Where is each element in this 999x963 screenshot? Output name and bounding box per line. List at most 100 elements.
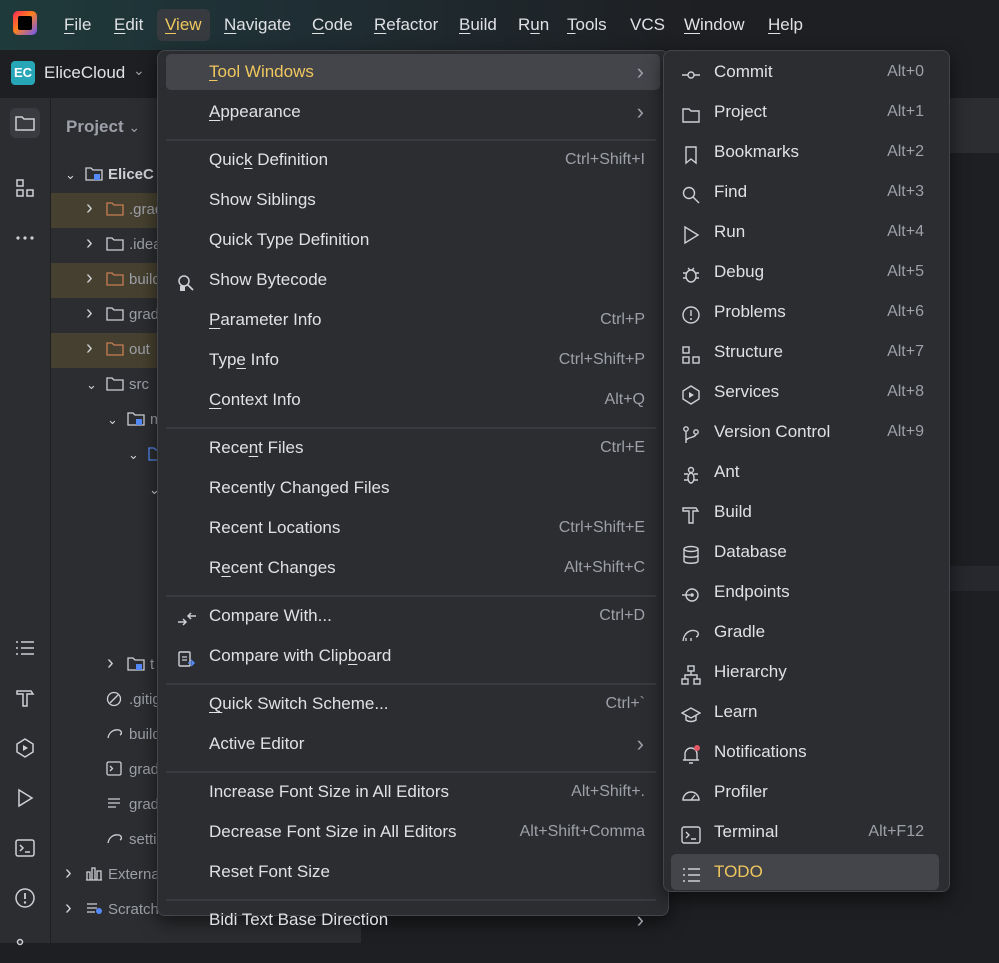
tool-window-learn[interactable]: Learn [671,694,939,730]
chevron-right-icon[interactable]: › [86,232,93,255]
tree-item[interactable]: › .grad [51,193,161,228]
view-menu-item[interactable]: Recent Files Ctrl+E [166,430,660,466]
project-folder-icon[interactable] [10,108,40,138]
view-menu-item[interactable]: Compare With... Ctrl+D [166,598,660,634]
chevron-right-icon[interactable]: › [86,337,93,360]
tool-window-database[interactable]: Database [671,534,939,570]
tool-window-bookmarks[interactable]: Bookmarks Alt+2 [671,134,939,170]
tree-item[interactable]: build [51,718,161,753]
chevron-right-icon[interactable]: › [65,862,72,885]
view-menu-item[interactable]: Show Bytecode [166,262,660,298]
terminal-icon[interactable] [10,833,40,863]
tree-item[interactable]: ⌄ [51,438,161,473]
tree-item[interactable]: › Scratche [51,893,161,928]
tree-item[interactable]: setti [51,823,161,858]
services-icon[interactable] [10,733,40,763]
chevron-down-icon[interactable]: ⌄ [107,412,118,428]
tool-window-build[interactable]: Build [671,494,939,530]
chevron-right-icon[interactable]: › [107,652,114,675]
view-menu-item[interactable]: Quick Switch Scheme... Ctrl+` [166,686,660,722]
tree-item[interactable]: ⌄ EliceC [51,158,161,193]
menu-view[interactable]: View [157,9,210,41]
tree-item[interactable]: › [51,543,161,578]
menu-code[interactable]: Code [304,9,361,41]
project-badge[interactable]: EC [11,61,35,85]
menu-run[interactable]: Run [510,9,557,41]
vcs-icon[interactable] [10,933,40,963]
project-name[interactable]: EliceCloud [44,63,125,83]
tree-item[interactable]: .gitig [51,683,161,718]
tool-window-project[interactable]: Project Alt+1 [671,94,939,130]
chevron-down-icon[interactable]: ⌄ [65,167,76,183]
menu-refactor[interactable]: Refactor [366,9,446,41]
tree-item[interactable]: › out [51,333,161,368]
menu-tools[interactable]: Tools [559,9,615,41]
menu-navigate[interactable]: Navigate [216,9,299,41]
tree-item[interactable]: grad [51,753,161,788]
tree-item[interactable]: › [51,578,161,613]
chevron-right-icon[interactable]: › [86,197,93,220]
tool-window-ant[interactable]: Ant [671,454,939,490]
menu-file[interactable]: File [56,9,99,41]
chevron-down-icon[interactable]: ⌄ [128,447,139,463]
run-icon[interactable] [10,783,40,813]
view-menu-item[interactable]: Increase Font Size in All Editors Alt+Shi… [166,774,660,810]
view-menu-item[interactable]: Decrease Font Size in All Editors Alt+Shi… [166,814,660,850]
tool-window-find[interactable]: Find Alt+3 [671,174,939,210]
tree-item[interactable]: › build [51,263,161,298]
tree-item[interactable]: › gradl [51,298,161,333]
tree-item[interactable]: ⌄ src [51,368,161,403]
tool-window-todo[interactable]: TODO [671,854,939,890]
view-menu-item[interactable]: Recent Locations Ctrl+Shift+E [166,510,660,546]
tool-window-run[interactable]: Run Alt+4 [671,214,939,250]
view-menu-item[interactable]: Context Info Alt+Q [166,382,660,418]
structure-icon[interactable] [10,173,40,203]
chevron-down-icon[interactable]: ⌄ [86,377,97,393]
tree-item[interactable]: › .idea [51,228,161,263]
menu-edit[interactable]: Edit [106,9,151,41]
tree-item[interactable]: › Externa [51,858,161,893]
tool-window-problems[interactable]: Problems Alt+6 [671,294,939,330]
tree-item[interactable]: ⌄ [51,473,161,508]
chevron-right-icon[interactable]: › [65,897,72,920]
tree-item[interactable] [51,613,161,648]
view-menu-item[interactable]: Quick Type Definition [166,222,660,258]
tool-window-commit[interactable]: Commit Alt+0 [671,54,939,90]
view-menu-item[interactable]: Show Siblings [166,182,660,218]
view-menu-item[interactable]: Recently Changed Files [166,470,660,506]
todo-list-icon[interactable] [10,633,40,663]
intellij-logo-icon[interactable] [13,11,37,35]
tree-item[interactable]: grad [51,788,161,823]
view-menu-item[interactable]: Appearance › [166,94,660,130]
view-menu-item[interactable]: Quick Definition Ctrl+Shift+I [166,142,660,178]
tool-window-gradle[interactable]: Gradle [671,614,939,650]
view-menu-item[interactable]: Compare with Clipboard [166,638,660,674]
chevron-down-icon[interactable]: ⌄ [133,62,145,79]
menu-vcs[interactable]: VCS [622,9,673,41]
view-menu-item[interactable]: Bidi Text Base Direction › [166,902,660,938]
menu-help[interactable]: Help [760,9,811,41]
tool-window-notifications[interactable]: Notifications [671,734,939,770]
menu-build[interactable]: Build [451,9,505,41]
tool-window-debug[interactable]: Debug Alt+5 [671,254,939,290]
view-menu-item[interactable]: Tool Windows › [166,54,660,90]
tree-item[interactable]: › [51,508,161,543]
build-hammer-icon[interactable] [10,683,40,713]
tool-window-profiler[interactable]: Profiler [671,774,939,810]
tree-item[interactable]: ⌄ m [51,403,161,438]
problems-icon[interactable] [10,883,40,913]
view-menu-item[interactable]: Type Info Ctrl+Shift+P [166,342,660,378]
view-menu-item[interactable]: Recent Changes Alt+Shift+C [166,550,660,586]
tool-window-structure[interactable]: Structure Alt+7 [671,334,939,370]
tool-window-endpoints[interactable]: Endpoints [671,574,939,610]
tool-window-version-control[interactable]: Version Control Alt+9 [671,414,939,450]
more-dots-icon[interactable] [10,223,40,253]
tool-window-terminal[interactable]: Terminal Alt+F12 [671,814,939,850]
tool-window-hierarchy[interactable]: Hierarchy [671,654,939,690]
chevron-right-icon[interactable]: › [86,267,93,290]
project-panel-title[interactable]: Project ⌄ [66,117,140,137]
view-menu-item[interactable]: Parameter Info Ctrl+P [166,302,660,338]
view-menu-item[interactable]: Reset Font Size [166,854,660,890]
tool-window-services[interactable]: Services Alt+8 [671,374,939,410]
chevron-right-icon[interactable]: › [86,302,93,325]
